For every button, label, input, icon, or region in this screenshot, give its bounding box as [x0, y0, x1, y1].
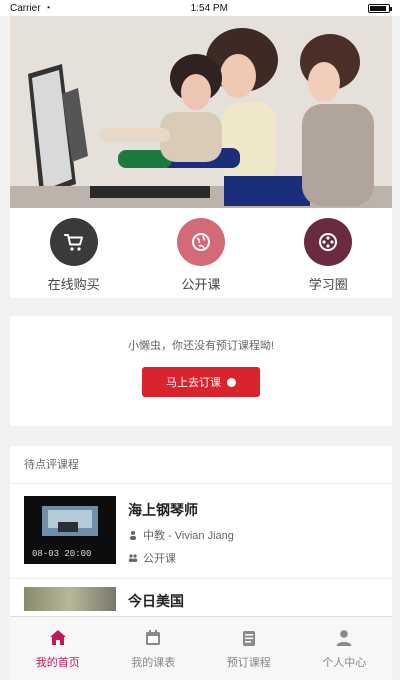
status-left: Carrier ◔ — [10, 3, 51, 14]
tab-label: 我的首页 — [35, 656, 80, 669]
banner-photo — [10, 16, 392, 208]
tab-schedule[interactable]: 我的课表 — [106, 617, 202, 680]
status-bar: Carrier ◔ 1:54 PM — [0, 0, 400, 16]
course-teacher: 中教 - Vivian Jiang — [143, 530, 234, 542]
calendar-icon — [146, 629, 161, 645]
quick-item-open-class[interactable]: 公开课 — [146, 218, 256, 293]
tab-label: 预订课程 — [226, 656, 271, 669]
film-reel-icon — [304, 218, 353, 266]
section-title: 待点评课程 — [10, 446, 392, 484]
teacher-row: 中教 - Vivian Jiang — [128, 527, 234, 543]
book-course-button[interactable]: 马上去订课 — [142, 367, 260, 397]
wifi-icon: ◔ — [44, 2, 51, 14]
home-icon — [49, 629, 66, 645]
course-card[interactable]: 今日美国 — [10, 579, 392, 616]
tab-label: 个人中心 — [322, 656, 367, 669]
tab-profile[interactable]: 个人中心 — [297, 617, 393, 680]
tab-label: 我的课表 — [131, 656, 176, 669]
book-course-label: 马上去订课 — [166, 377, 221, 389]
course-thumbnail — [24, 587, 116, 611]
course-card[interactable]: 08-03 20:00 海上钢琴师 中教 - Vivian Jiang 公开课 — [10, 484, 392, 579]
person-icon — [130, 531, 136, 540]
quick-menu: 在线购买 公开课 学习圈 — [10, 208, 392, 298]
course-title: 海上钢琴师 — [128, 502, 198, 518]
course-info: 海上钢琴师 中教 - Vivian Jiang 公开课 — [128, 496, 234, 566]
battery-icon — [367, 3, 392, 13]
type-row: 公开课 — [128, 550, 234, 566]
booking-icon — [242, 630, 255, 646]
arrow-circle-icon — [227, 377, 236, 387]
carrier-label: Carrier — [10, 2, 41, 14]
status-time: 1:54 PM — [190, 2, 228, 14]
bottom-tab-bar: 我的首页 我的课表 预订课程 个人中心 — [10, 616, 392, 680]
globe-icon — [176, 218, 225, 266]
empty-booking-notice: 小懒虫，你还没有预订课程呦! 马上去订课 — [10, 316, 392, 426]
quick-label: 公开课 — [181, 277, 221, 292]
tab-booking[interactable]: 预订课程 — [201, 617, 297, 680]
user-icon — [336, 629, 352, 646]
quick-item-online-buy[interactable]: 在线购买 — [19, 218, 129, 293]
course-type: 公开课 — [143, 553, 176, 565]
course-thumbnail: 08-03 20:00 — [24, 496, 116, 564]
course-title: 今日美国 — [128, 593, 184, 609]
notice-text: 小懒虫，你还没有预订课程呦! — [127, 340, 275, 352]
quick-label: 在线购买 — [47, 277, 100, 292]
hero-banner[interactable] — [10, 16, 392, 208]
quick-item-study-circle[interactable]: 学习圈 — [273, 218, 383, 293]
course-time: 08-03 20:00 — [32, 549, 92, 559]
quick-label: 学习圈 — [308, 277, 348, 292]
pending-review-section: 待点评课程 08-03 20:00 海上钢琴师 中教 - Vivian Jian… — [10, 446, 392, 616]
tab-home[interactable]: 我的首页 — [10, 617, 106, 680]
people-icon — [128, 554, 138, 562]
shopping-cart-icon — [49, 218, 98, 266]
